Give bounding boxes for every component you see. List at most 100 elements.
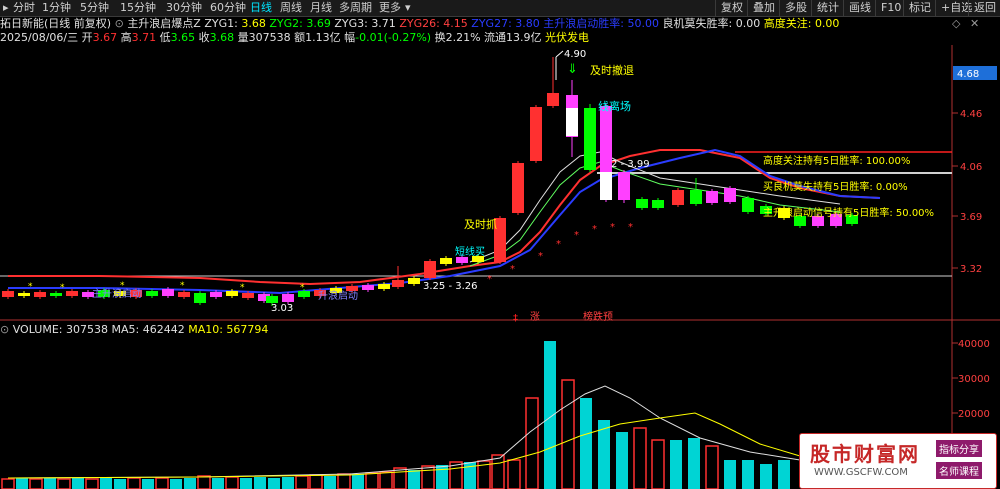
volume-bar: [16, 478, 28, 489]
volume-bar: [365, 472, 379, 489]
volume-label: VOLUME: 307538: [12, 323, 108, 336]
watermark: 股市财富网 WWW.GSCFW.COM 指标分享 名师课程: [799, 433, 997, 489]
price-tick: 3.32: [960, 264, 982, 275]
candle-body: [440, 258, 452, 264]
volume-bar: [212, 478, 224, 489]
bottom-price-label: 3.03: [271, 303, 293, 314]
candle-body: [282, 294, 294, 302]
candle-body: [408, 278, 420, 284]
candle-body: [50, 293, 62, 296]
signal-dot: *: [592, 224, 597, 235]
peak-price-label: 4.90: [564, 49, 586, 60]
candle-body: [146, 291, 158, 296]
volume-bar: [651, 439, 665, 489]
candle-body: [18, 293, 30, 296]
volume-bar: [616, 432, 628, 489]
candle-body: [178, 292, 190, 297]
volume-bar: [421, 465, 435, 489]
watermark-title: 股市财富网: [810, 442, 920, 466]
retreat-signal: 及时撤退: [590, 63, 634, 77]
candle-body: [226, 291, 238, 296]
signal-dot: *: [628, 222, 633, 233]
candle-body: [566, 108, 578, 136]
candle-body: [742, 198, 754, 212]
volume-bar: [778, 460, 790, 489]
candle-body: [618, 172, 630, 200]
volume-collapse-icon[interactable]: ⊙: [0, 323, 9, 336]
volume-bar: [100, 478, 112, 489]
candle-body: [672, 190, 684, 205]
volume-tick: 30000: [958, 374, 990, 385]
volume-bar: [561, 379, 575, 489]
current-price: 4.68: [957, 69, 979, 80]
price-tick: 3.69: [960, 212, 982, 223]
signal-dot: *: [510, 264, 515, 275]
exit-signal: 线离场: [598, 99, 631, 113]
candle-body: [34, 292, 46, 297]
volume-bar: [580, 398, 592, 489]
volume-bar: [724, 460, 736, 489]
gaodu-stat: 高度关注持有5日胜率: 100.00%: [763, 154, 910, 167]
volume-bar: [491, 454, 505, 489]
limit-up-mark: ‡: [513, 313, 518, 324]
volume-header: ⊙ VOLUME: 307538 MA5: 462442 MA10: 56779…: [0, 323, 268, 336]
candle-body: [636, 199, 648, 208]
volume-bar: [309, 474, 323, 489]
price-tick: 4.06: [960, 162, 982, 173]
ma10-label: MA10: 567794: [188, 323, 269, 336]
volume-bar: [688, 438, 700, 489]
main-start-label: 升浪启动: [318, 289, 358, 302]
signal-dot: *: [610, 222, 615, 233]
signal-dot: *: [538, 251, 543, 262]
limit-up-label: 涨: [530, 311, 540, 323]
candle-body: [242, 293, 254, 298]
volume-bar: [507, 459, 521, 489]
volume-bar: [525, 397, 539, 489]
volume-tick: 20000: [958, 409, 990, 420]
kline-chart[interactable]: ****** * ** * * * * * 4.46 4.06 3.69 3.32 4.68 …: [0, 0, 1000, 489]
volume-bar: [544, 341, 556, 489]
main-stat: 主升浪启动信号持有5日胜率: 50.00%: [763, 206, 934, 219]
price-tick: 4.46: [960, 109, 982, 120]
candle-body: [162, 289, 174, 296]
signal-dot: *: [556, 239, 561, 250]
volume-bar: [393, 467, 407, 489]
volume-bar: [127, 477, 141, 489]
low-range-label: 3.25 - 3.26: [423, 281, 478, 292]
candle-body: [600, 172, 612, 200]
range-label: 2 - 3.99: [611, 159, 650, 170]
volume-bar: [57, 478, 71, 489]
volume-bar: [240, 478, 252, 489]
volume-bar: [352, 474, 364, 489]
candle-body: [424, 261, 436, 278]
ma-line-blue: [8, 148, 881, 295]
volume-bar: [114, 479, 126, 489]
limit-down-label: 榜跌预: [583, 310, 613, 323]
volume-bar: [337, 473, 351, 489]
volume-bar: [742, 460, 754, 489]
volume-bar: [408, 470, 420, 489]
candle-body: [392, 280, 404, 287]
liangji-stat: 买良机莫失持有5日胜率: 0.00%: [763, 180, 908, 193]
signal-dot: *: [60, 283, 65, 293]
volume-bar: [633, 427, 647, 489]
volume-bar: [155, 477, 169, 489]
watermark-url: WWW.GSCFW.COM: [814, 467, 908, 478]
volume-bar: [197, 475, 211, 489]
signal-dot: *: [180, 281, 185, 291]
volume-tick: 40000: [958, 339, 990, 350]
signal-dot: *: [28, 282, 33, 292]
volume-bar: [705, 445, 719, 489]
volume-bar: [184, 478, 196, 489]
candle-body: [724, 188, 736, 202]
volume-bar: [1, 478, 15, 489]
volume-bar: [324, 476, 336, 489]
candle-body: [2, 291, 14, 297]
candle-body: [584, 108, 596, 170]
volume-bar: [29, 478, 43, 489]
watermark-tag: 指标分享: [936, 440, 982, 457]
signal-dot: *: [300, 283, 305, 293]
candle-body: [690, 190, 702, 204]
short-line-signal: 短线买: [455, 245, 485, 258]
candle-body: [652, 200, 664, 208]
